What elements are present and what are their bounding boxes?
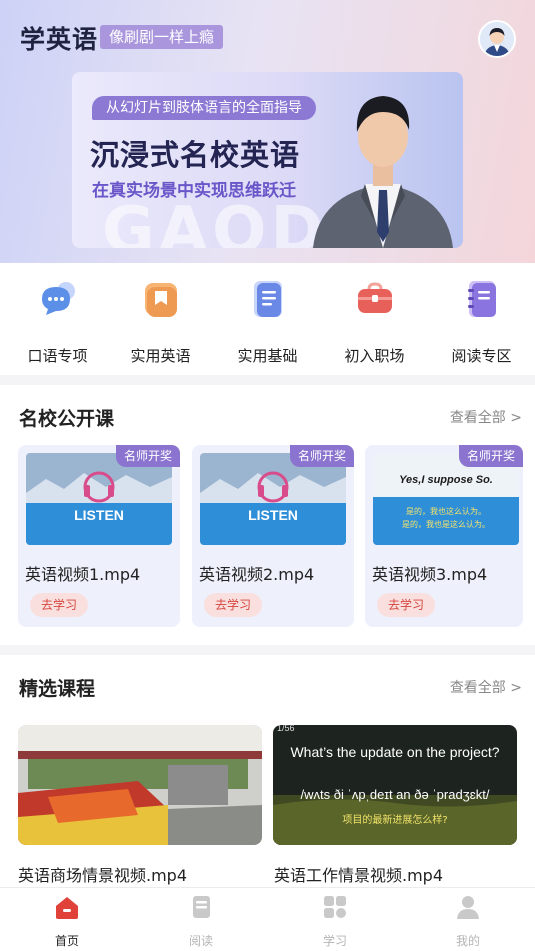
quick-nav-label: 实用英语 bbox=[130, 347, 191, 365]
course-title: 英语视频1.mp4 bbox=[25, 565, 141, 584]
section-title: 名校公开课 bbox=[19, 408, 115, 430]
thumb-text: Yes,I suppose So. bbox=[399, 474, 493, 486]
banner-tagline: 在真实场景中实现思维跃迁 bbox=[92, 181, 296, 201]
app-title: 学英语 bbox=[20, 25, 99, 54]
tab-label: 阅读 bbox=[188, 934, 213, 948]
go-study-button[interactable]: 去学习 bbox=[204, 593, 263, 617]
thumb-text: LISTEN bbox=[74, 507, 124, 523]
tab-label: 首页 bbox=[54, 934, 79, 948]
banner-title: 沉浸式名校英语 bbox=[90, 138, 301, 172]
quick-nav-label: 口语专项 bbox=[27, 347, 88, 365]
quick-nav-label: 初入职场 bbox=[344, 347, 405, 365]
avatar-icon bbox=[480, 22, 514, 56]
briefcase-icon bbox=[357, 282, 392, 313]
go-study-button[interactable]: 去学习 bbox=[30, 593, 89, 617]
tab-reading[interactable]: 阅读 bbox=[134, 894, 268, 949]
course-card[interactable]: Yes,I suppose So. 是的，我也这么认为。 是的，我也是这么认为。… bbox=[365, 445, 523, 627]
speech-bubble-icon bbox=[41, 282, 75, 315]
quick-nav-item-speaking[interactable]: 口语专项 bbox=[4, 277, 111, 366]
video-timer: 1/56 bbox=[277, 725, 295, 733]
quick-nav-item-practical-basics[interactable]: 实用基础 bbox=[214, 277, 321, 366]
tab-label: 我的 bbox=[455, 934, 480, 948]
course-video-thumbnail[interactable]: 1/56 What’s the update on the project? /… bbox=[273, 725, 517, 845]
view-all-link[interactable]: 查看全部 > bbox=[450, 677, 522, 697]
course-title: 英语视频2.mp4 bbox=[199, 565, 315, 584]
banner-subtitle: 从幻灯片到肢体语言的全面指导 bbox=[92, 96, 316, 120]
thumb-subtitle: 是的，我也这么认为。 bbox=[406, 506, 486, 516]
bottom-tab-bar: 首页 阅读 学习 我的 bbox=[0, 887, 535, 951]
tab-home[interactable]: 首页 bbox=[0, 894, 134, 949]
quick-nav: 口语专项 实用英语 实用基础 初入职场 阅读专区 bbox=[0, 263, 535, 375]
promo-banner[interactable]: GAOD 从幻灯片到肢体语言的全面指导 沉浸式名校英语 在真实场景中实现思维跃迁 bbox=[72, 72, 463, 248]
tab-mine[interactable]: 我的 bbox=[401, 894, 535, 949]
course-card[interactable]: LISTEN 名师开奖 英语视频1.mp4 去学习 bbox=[18, 445, 180, 627]
header-background: 学英语 像刷剧一样上瘾 GAOD 从幻灯片到肢体语言的全面指导 沉浸式名校英语 … bbox=[0, 0, 535, 263]
video-subtitle-chinese: 项目的最新进展怎么样? bbox=[342, 813, 447, 826]
quick-nav-item-workplace[interactable]: 初入职场 bbox=[321, 277, 428, 366]
teacher-photo bbox=[313, 96, 453, 248]
course-video-thumbnail[interactable] bbox=[18, 725, 262, 845]
section-title: 精选课程 bbox=[19, 678, 96, 700]
avatar[interactable] bbox=[478, 20, 516, 58]
teacher-badge: 名师开奖 bbox=[289, 445, 354, 467]
quick-nav-label: 阅读专区 bbox=[451, 347, 512, 365]
slogan-badge: 像刷剧一样上瘾 bbox=[100, 25, 224, 49]
quick-nav-item-practical-english[interactable]: 实用英语 bbox=[107, 277, 214, 366]
grid-icon bbox=[324, 896, 346, 918]
open-courses-section: 名校公开课 查看全部 > LISTEN 名师开奖 英语视频1.mp4 去学习 L… bbox=[0, 385, 535, 645]
quick-nav-item-reading[interactable]: 阅读专区 bbox=[428, 277, 535, 366]
quick-nav-label: 实用基础 bbox=[237, 347, 298, 365]
home-icon bbox=[56, 897, 78, 919]
course-title: 英语视频3.mp4 bbox=[372, 565, 488, 584]
banner-watermark: GAOD bbox=[102, 194, 328, 248]
selected-courses-section: 精选课程 查看全部 > 英语商场情景视频.mp4 1/56 What’s the… bbox=[0, 655, 535, 895]
go-study-button[interactable]: 去学习 bbox=[377, 593, 436, 617]
video-subtitle-english: What’s the update on the project? bbox=[290, 744, 499, 760]
video-subtitle-phonetic: /wʌts ði ˈʌpˌdeɪt an ðə ˈpradʒɛkt/ bbox=[301, 787, 490, 802]
teacher-badge: 名师开奖 bbox=[458, 445, 523, 467]
thumb-subtitle: 是的，我也是这么认为。 bbox=[402, 519, 490, 529]
bookmark-icon bbox=[144, 283, 177, 317]
course-title: 英语工作情景视频.mp4 bbox=[274, 866, 444, 885]
thumb-text: LISTEN bbox=[248, 507, 298, 523]
tab-study[interactable]: 学习 bbox=[268, 894, 402, 949]
tab-label: 学习 bbox=[322, 934, 347, 948]
book-icon bbox=[193, 896, 210, 918]
course-card[interactable]: LISTEN 名师开奖 英语视频2.mp4 去学习 bbox=[192, 445, 354, 627]
document-icon bbox=[253, 281, 282, 317]
course-title: 英语商场情景视频.mp4 bbox=[18, 866, 188, 885]
teacher-badge: 名师开奖 bbox=[115, 445, 180, 467]
user-icon bbox=[457, 896, 479, 919]
view-all-link[interactable]: 查看全部 > bbox=[450, 407, 522, 427]
notebook-icon bbox=[467, 281, 496, 317]
